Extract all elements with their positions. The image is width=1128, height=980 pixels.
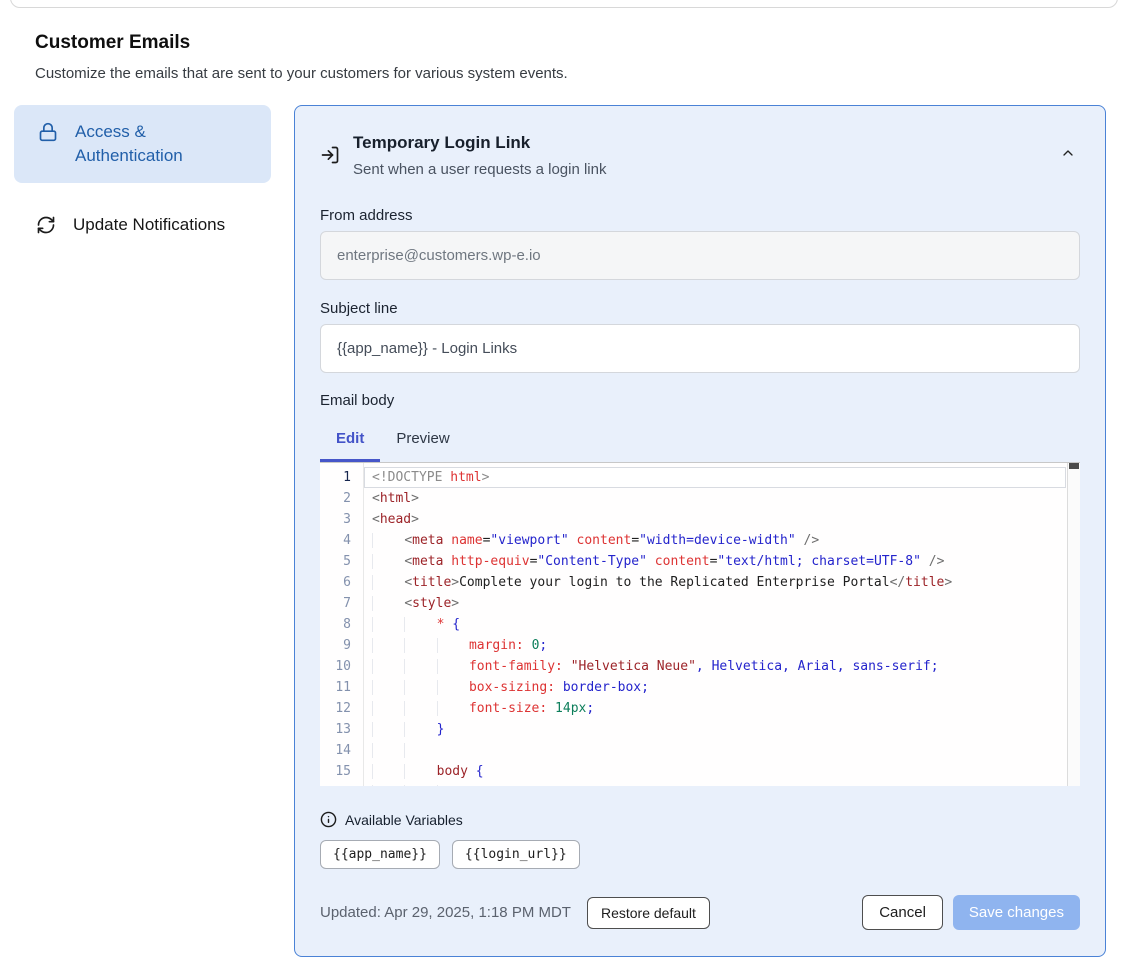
- email-body-tabs: Edit Preview: [320, 421, 1080, 462]
- restore-default-button[interactable]: Restore default: [587, 897, 710, 929]
- email-body-label: Email body: [320, 392, 1080, 409]
- log-in-icon: [320, 145, 340, 165]
- code-line[interactable]: 15 body {: [320, 761, 1080, 782]
- available-variables-label: Available Variables: [345, 812, 463, 828]
- editor-scrollbar[interactable]: [1067, 463, 1080, 786]
- code-text: background-color: #ffffff;: [364, 782, 1066, 786]
- page-title: Customer Emails: [35, 32, 1128, 54]
- panel-header-texts: Temporary Login Link Sent when a user re…: [353, 132, 606, 180]
- page-subtitle: Customize the emails that are sent to yo…: [35, 65, 1128, 82]
- code-text: <meta http-equiv="Content-Type" content=…: [364, 551, 1066, 572]
- refresh-icon: [36, 215, 56, 235]
- subject-line-label: Subject line: [320, 300, 1080, 317]
- panel-footer: Updated: Apr 29, 2025, 1:18 PM MDT Resto…: [320, 895, 1080, 930]
- code-line[interactable]: 9 margin: 0;: [320, 635, 1080, 656]
- save-changes-button[interactable]: Save changes: [953, 895, 1080, 930]
- code-line[interactable]: 4 <meta name="viewport" content="width=d…: [320, 530, 1080, 551]
- panel-subtitle: Sent when a user requests a login link: [353, 160, 606, 180]
- variable-chip-app-name[interactable]: {{app_name}}: [320, 840, 440, 869]
- customer-emails-page: Customer Emails Customize the emails tha…: [0, 0, 1128, 980]
- code-line[interactable]: 13 }: [320, 719, 1080, 740]
- variable-chips: {{app_name}} {{login_url}}: [320, 840, 1080, 869]
- code-line[interactable]: 6 <title>Complete your login to the Repl…: [320, 572, 1080, 593]
- previous-card-bottom-edge: [10, 0, 1118, 8]
- code-line[interactable]: 12 font-size: 14px;: [320, 698, 1080, 719]
- code-text: font-size: 14px;: [364, 698, 1066, 719]
- code-line[interactable]: 8 * {: [320, 614, 1080, 635]
- available-variables-row: Available Variables: [320, 811, 1080, 828]
- code-text: [364, 740, 1066, 761]
- code-line[interactable]: 10 font-family: "Helvetica Neue", Helvet…: [320, 656, 1080, 677]
- editor-gutter: [320, 463, 364, 786]
- chevron-up-icon: [1060, 149, 1076, 164]
- code-text: <!DOCTYPE html>: [364, 467, 1066, 488]
- variable-chip-login-url[interactable]: {{login_url}}: [452, 840, 580, 869]
- editor-scrollbar-thumb[interactable]: [1069, 463, 1079, 469]
- sidebar-item-label: Update Notifications: [73, 213, 225, 237]
- editor-lines: 1<!DOCTYPE html>2<html>3<head>4 <meta na…: [320, 467, 1080, 786]
- code-text: body {: [364, 761, 1066, 782]
- code-line[interactable]: 16 background-color: #ffffff;: [320, 782, 1080, 786]
- panel-title: Temporary Login Link: [353, 132, 606, 154]
- cancel-button[interactable]: Cancel: [862, 895, 943, 930]
- code-text: }: [364, 719, 1066, 740]
- code-text: <style>: [364, 593, 1066, 614]
- from-address-field[interactable]: [320, 231, 1080, 280]
- sidebar-item-access-authentication[interactable]: Access & Authentication: [14, 105, 271, 183]
- sidebar-item-update-notifications[interactable]: Update Notifications: [14, 205, 271, 245]
- from-address-label: From address: [320, 207, 1080, 224]
- code-line[interactable]: 3<head>: [320, 509, 1080, 530]
- tab-preview[interactable]: Preview: [380, 421, 465, 462]
- code-line[interactable]: 11 box-sizing: border-box;: [320, 677, 1080, 698]
- tab-edit[interactable]: Edit: [320, 421, 380, 462]
- code-editor[interactable]: 1<!DOCTYPE html>2<html>3<head>4 <meta na…: [320, 462, 1080, 786]
- code-line[interactable]: 7 <style>: [320, 593, 1080, 614]
- code-line[interactable]: 1<!DOCTYPE html>: [320, 467, 1080, 488]
- code-line[interactable]: 14: [320, 740, 1080, 761]
- collapse-panel-button[interactable]: [1056, 142, 1080, 166]
- content-area: Access & Authentication Update Notificat…: [0, 105, 1128, 957]
- code-text: font-family: "Helvetica Neue", Helvetica…: [364, 656, 1066, 677]
- updated-timestamp: Updated: Apr 29, 2025, 1:18 PM MDT: [320, 904, 571, 921]
- info-icon: [320, 811, 337, 828]
- code-text: <html>: [364, 488, 1066, 509]
- temporary-login-link-panel: Temporary Login Link Sent when a user re…: [294, 105, 1106, 957]
- code-text: <meta name="viewport" content="width=dev…: [364, 530, 1066, 551]
- code-text: box-sizing: border-box;: [364, 677, 1066, 698]
- panel-header: Temporary Login Link Sent when a user re…: [320, 132, 1080, 180]
- code-text: margin: 0;: [364, 635, 1066, 656]
- lock-icon: [38, 122, 58, 142]
- code-text: * {: [364, 614, 1066, 635]
- email-categories-sidebar: Access & Authentication Update Notificat…: [14, 105, 271, 245]
- sidebar-item-label: Access & Authentication: [75, 120, 255, 168]
- code-line[interactable]: 5 <meta http-equiv="Content-Type" conten…: [320, 551, 1080, 572]
- code-text: <title>Complete your login to the Replic…: [364, 572, 1066, 593]
- subject-line-field[interactable]: [320, 324, 1080, 373]
- code-text: <head>: [364, 509, 1066, 530]
- code-line[interactable]: 2<html>: [320, 488, 1080, 509]
